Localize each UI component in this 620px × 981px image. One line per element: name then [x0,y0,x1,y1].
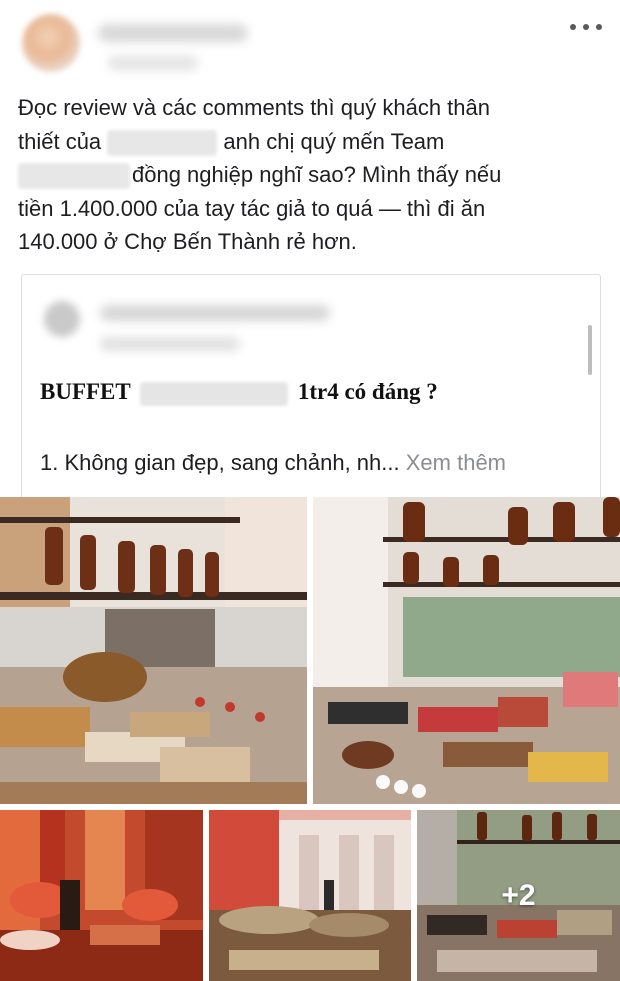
redacted-name [107,129,218,156]
author-name-redacted [98,24,248,42]
scrollbar[interactable] [588,325,592,375]
post-text-line-3: đồng nghiệp nghĩ sao? Mình thấy nếu [18,158,603,192]
shared-excerpt-text: 1. Không gian đẹp, sang chảnh, nh... [40,450,400,475]
post-text-line-3-text: đồng nghiệp nghĩ sao? Mình thấy nếu [132,162,502,187]
post-text-line-5: 140.000 ở Chợ Bến Thành rẻ hơn. [18,229,357,254]
shared-post-card[interactable]: BUFFET 1tr4 có đáng ? 1. Không gian đẹp,… [21,274,601,497]
post-text-line-2-start: thiết của [18,128,102,154]
see-more-link[interactable]: Xem thêm [406,450,506,475]
post-text-line-2: thiết của anh chị quý mến Team [18,125,603,159]
post-text-line-1: Đọc review và các comments thì quý khách… [18,95,490,120]
redacted-restaurant-name [140,381,289,406]
shared-post-title: BUFFET 1tr4 có đáng ? [40,379,438,406]
post-text-line-4: tiền 1.400.000 của tay tác giả to quá — … [18,195,486,221]
shared-post-meta-redacted [100,337,240,351]
buffet-photo-1[interactable] [0,497,307,804]
buffet-photo-3[interactable] [0,810,203,981]
shared-post-excerpt: 1. Không gian đẹp, sang chảnh, nh... Xem… [40,450,506,476]
more-photos-overlay[interactable]: +2 [417,810,620,981]
more-horizontal-icon[interactable] [570,18,602,36]
shared-title-start: BUFFET [40,379,131,404]
post-header [0,0,620,85]
shared-author-avatar [44,301,80,337]
shared-title-end: 1tr4 có đáng ? [297,379,438,404]
redacted-team [18,163,130,190]
buffet-photo-2[interactable] [313,497,620,804]
shared-author-name-redacted [100,305,330,321]
buffet-photo-4[interactable] [209,810,411,981]
post-text-line-2-end: anh chị quý mến Team [223,128,445,154]
post-meta-redacted [108,56,198,70]
post-body: Đọc review và các comments thì quý khách… [18,91,603,259]
author-avatar[interactable] [22,14,80,72]
